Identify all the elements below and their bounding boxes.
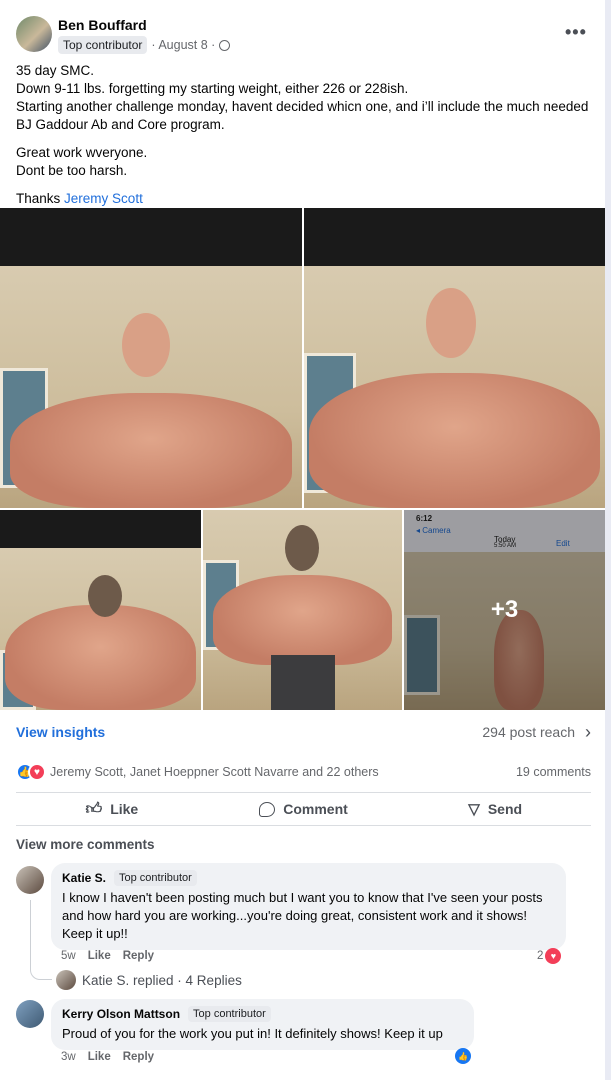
- top-contributor-badge: Top contributor: [58, 36, 148, 54]
- love-reaction-icon: ♥: [545, 948, 562, 964]
- top-contributor-badge: Top contributor: [114, 870, 197, 886]
- post-reach[interactable]: 294 post reach ›: [482, 722, 591, 743]
- send-button[interactable]: ▽ Send: [399, 793, 591, 825]
- comment-like-button[interactable]: Like: [88, 1051, 111, 1063]
- shorts: [271, 655, 335, 710]
- photo-4[interactable]: [203, 510, 402, 710]
- comment-text: Proud of you for the work you put in! It…: [62, 1026, 443, 1041]
- commenter-avatar[interactable]: [16, 866, 44, 894]
- post-reach-text: 294 post reach: [482, 724, 575, 740]
- commenter-name[interactable]: Kerry Olson Mattson: [62, 1007, 180, 1021]
- top-contributor-badge: Top contributor: [188, 1006, 271, 1022]
- author-name[interactable]: Ben Bouffard: [58, 17, 147, 33]
- comment-age[interactable]: 3w: [61, 1051, 76, 1063]
- post-card: Ben Bouffard Top contributor · August 8 …: [0, 0, 605, 1080]
- post-line: Down 9-11 lbs. forgetting my starting we…: [16, 81, 409, 96]
- photo-3[interactable]: [0, 510, 201, 710]
- author-avatar[interactable]: [16, 16, 52, 52]
- comment-bubble: Katie S. Top contributor I know I haven'…: [51, 863, 566, 950]
- more-options-button[interactable]: •••: [565, 22, 587, 43]
- globe-icon: [219, 39, 231, 51]
- replies-link[interactable]: Katie S. replied · 4 Replies: [56, 970, 242, 990]
- like-reaction-icon[interactable]: 👍: [455, 1048, 471, 1064]
- comment-reply-button[interactable]: Reply: [123, 950, 154, 962]
- comment-text: I know I haven't been posting much but I…: [62, 890, 543, 941]
- photo-5-more[interactable]: 6:12 ◂ Camera Today 5:50 AM Edit +3: [404, 510, 605, 710]
- insights-row: View insights 294 post reach ›: [16, 721, 591, 743]
- reactions-summary[interactable]: 👍 ♥ Jeremy Scott, Janet Hoeppner Scott N…: [16, 763, 379, 781]
- reactors-text: Jeremy Scott, Janet Hoeppner Scott Navar…: [50, 765, 379, 779]
- love-reaction-icon: ♥: [28, 763, 46, 781]
- thread-line: [30, 900, 52, 980]
- comment-age[interactable]: 5w: [61, 950, 76, 962]
- send-label: Send: [487, 801, 523, 817]
- send-icon: ▽: [468, 801, 480, 818]
- comment-like-button[interactable]: Like: [88, 950, 111, 962]
- post-date[interactable]: · August 8 ·: [151, 38, 215, 52]
- like-label: Like: [110, 801, 139, 817]
- post-line: 35 day SMC.: [16, 63, 95, 78]
- commenter-avatar[interactable]: [16, 1000, 44, 1028]
- thanks-text: Thanks: [16, 191, 61, 206]
- mention-link[interactable]: Jeremy Scott: [64, 191, 143, 206]
- post-line: Dont be too harsh.: [16, 163, 128, 178]
- comment-button[interactable]: Comment: [208, 793, 400, 825]
- post-line: Great work wveryone.: [16, 145, 148, 160]
- like-button[interactable]: 👍︎ Like: [16, 793, 208, 825]
- comment-icon: [259, 801, 276, 817]
- comment-reaction-count: 2: [537, 950, 544, 962]
- comment-actions: 3w Like Reply: [61, 1051, 154, 1063]
- thumbs-up-icon: 👍︎: [85, 800, 103, 818]
- post-meta: Top contributor · August 8 ·: [58, 36, 231, 54]
- replies-text: Katie S. replied · 4 Replies: [82, 972, 242, 988]
- comments-count[interactable]: 19 comments: [516, 765, 591, 779]
- replier-avatar: [56, 970, 76, 990]
- comment-actions: 5w Like Reply: [61, 950, 154, 962]
- post-text: 35 day SMC. Down 9-11 lbs. forgetting my…: [16, 62, 591, 208]
- post-line: Starting another challenge monday, haven…: [16, 99, 589, 132]
- photo-1[interactable]: [0, 208, 302, 508]
- more-photos-overlay[interactable]: +3: [404, 510, 605, 710]
- comment-label: Comment: [283, 801, 348, 817]
- comment-reactions[interactable]: 2 ♥: [537, 948, 562, 964]
- view-insights-link[interactable]: View insights: [16, 724, 105, 740]
- comment-bubble: Kerry Olson Mattson Top contributor Prou…: [51, 999, 474, 1050]
- comment-reply-button[interactable]: Reply: [123, 1051, 154, 1063]
- photo-2[interactable]: [304, 208, 605, 508]
- action-bar: 👍︎ Like Comment ▽ Send: [16, 792, 591, 826]
- reactions-row: 👍 ♥ Jeremy Scott, Janet Hoeppner Scott N…: [16, 762, 591, 782]
- chevron-right-icon: ›: [585, 721, 591, 742]
- view-more-comments-link[interactable]: View more comments: [16, 837, 155, 852]
- commenter-name[interactable]: Katie S.: [62, 871, 106, 885]
